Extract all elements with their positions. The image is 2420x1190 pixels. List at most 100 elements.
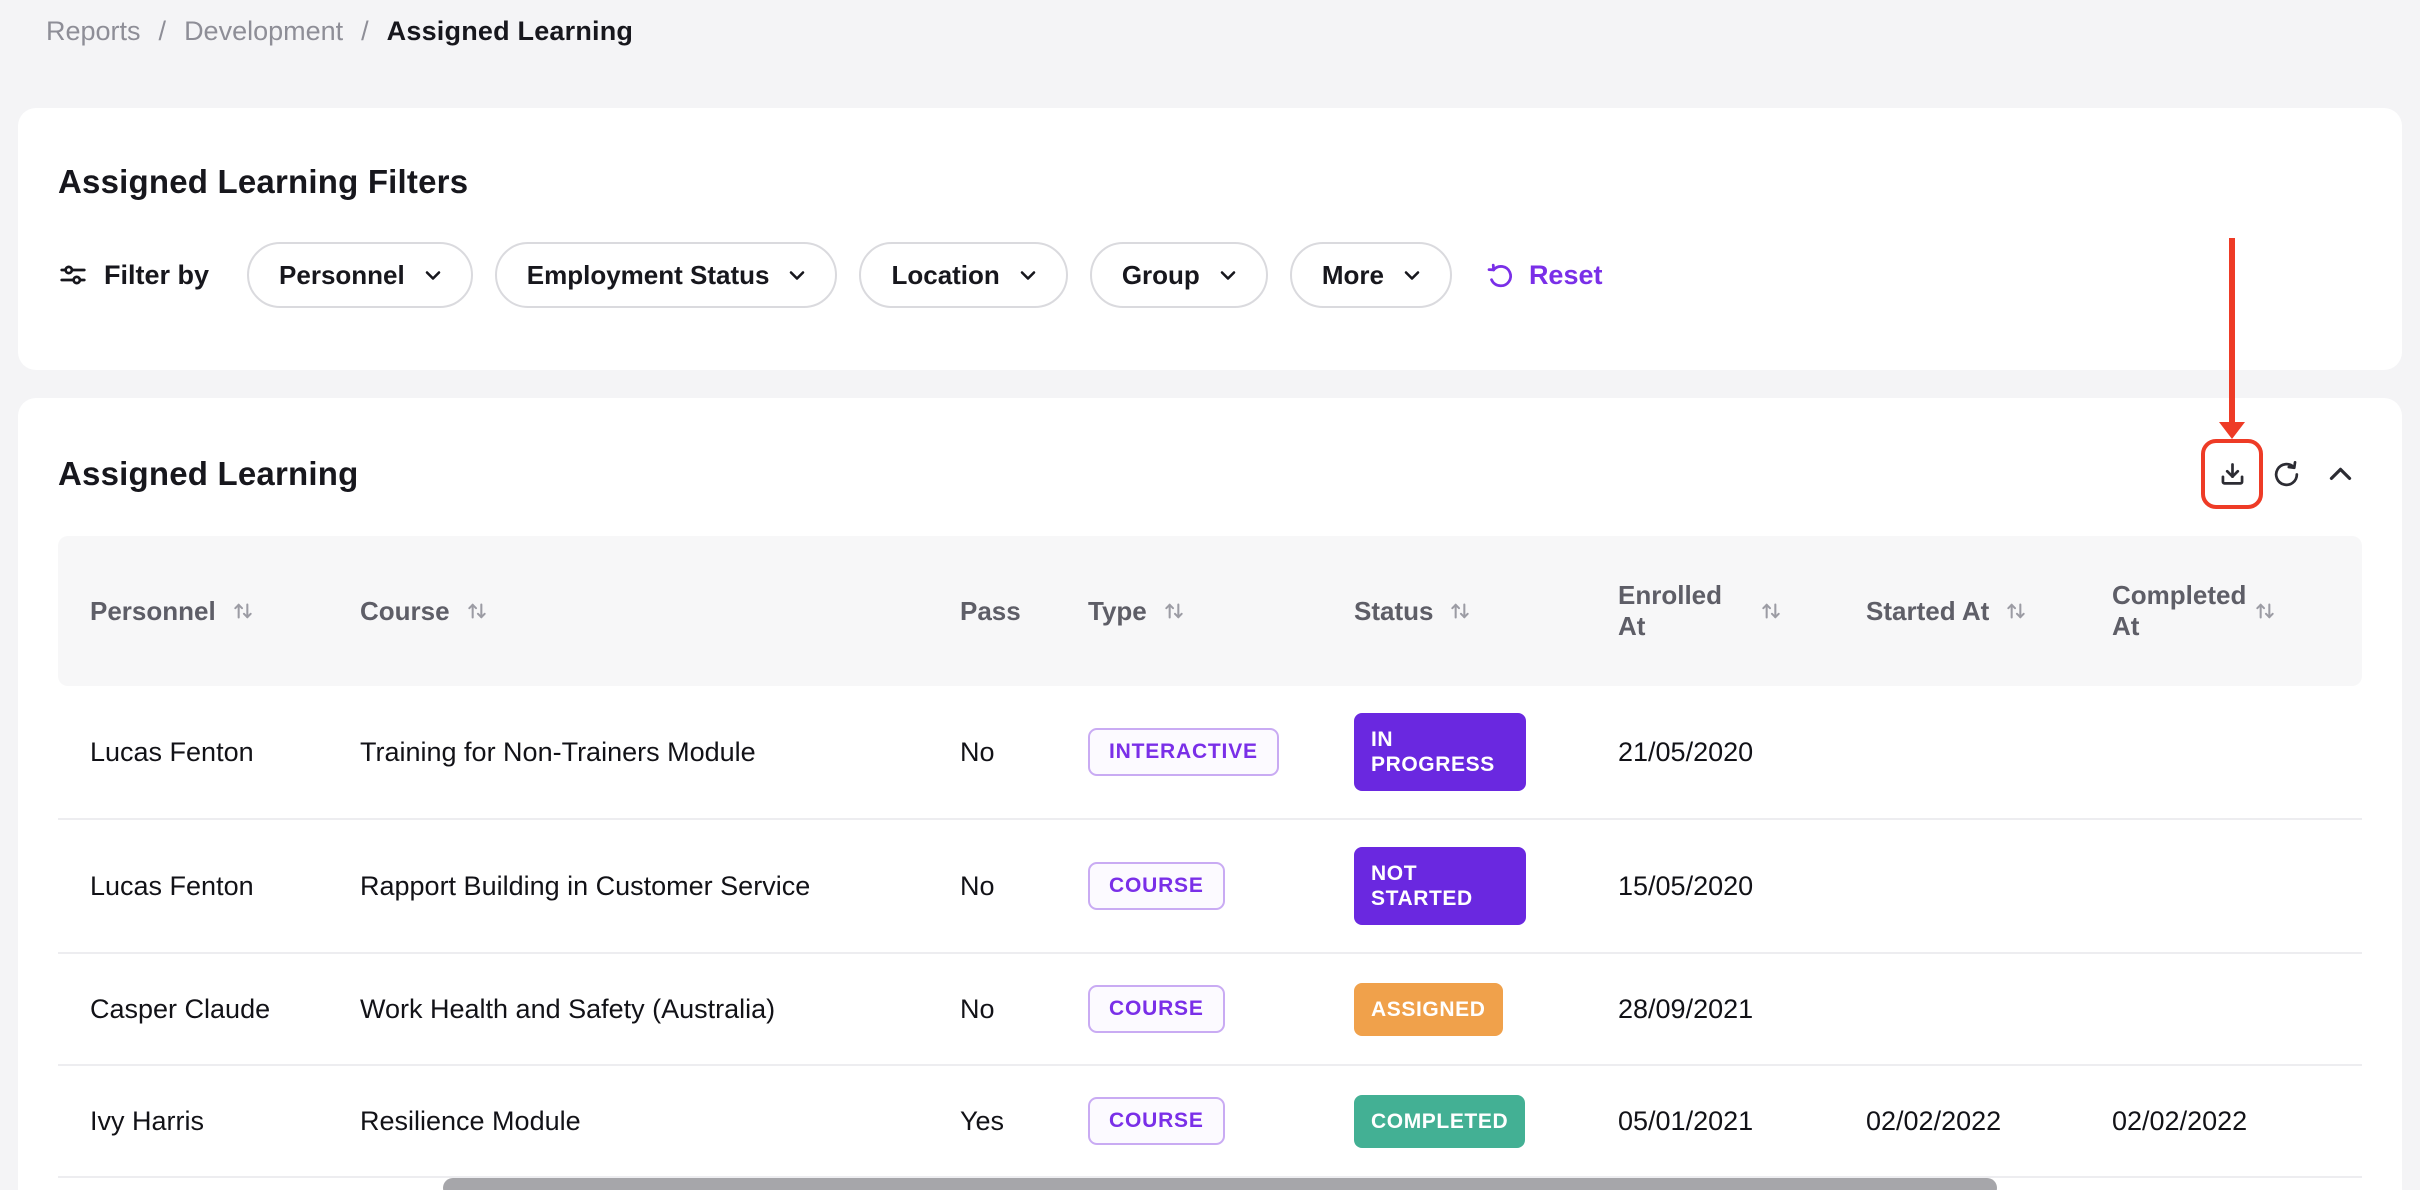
cell-type: COURSE	[1056, 985, 1322, 1033]
column-header-enrolled-at[interactable]: Enrolled At	[1586, 580, 1834, 642]
filter-dropdown-more[interactable]: More	[1290, 242, 1452, 308]
chevron-down-icon	[421, 263, 445, 287]
chevron-down-icon	[1016, 263, 1040, 287]
filter-dropdown-label: Group	[1122, 260, 1200, 291]
reset-label: Reset	[1529, 260, 1603, 291]
filter-row: Filter by Personnel Employment Status Lo…	[58, 242, 2362, 308]
download-tray-icon	[2217, 459, 2248, 490]
breadcrumb: Reports / Development / Assigned Learnin…	[46, 10, 633, 52]
filters-card-title: Assigned Learning Filters	[58, 160, 2362, 204]
sliders-icon	[58, 260, 88, 290]
collapse-button[interactable]	[2318, 450, 2362, 498]
chevron-up-icon	[2325, 459, 2356, 490]
column-label: Started At	[1866, 596, 1989, 627]
status-badge: NOT STARTED	[1354, 847, 1526, 925]
cell-course: Resilience Module	[328, 1106, 928, 1137]
breadcrumb-separator: /	[361, 10, 369, 52]
column-label: Status	[1354, 596, 1433, 627]
sort-arrows-icon[interactable]	[230, 598, 256, 624]
column-label: Type	[1088, 596, 1147, 627]
horizontal-scrollbar-thumb[interactable]	[443, 1178, 1997, 1190]
column-header-status[interactable]: Status	[1322, 596, 1586, 627]
sort-arrows-icon[interactable]	[464, 598, 490, 624]
cell-type: COURSE	[1056, 862, 1322, 910]
filter-dropdown-personnel[interactable]: Personnel	[247, 242, 473, 308]
cell-personnel: Lucas Fenton	[58, 871, 328, 902]
breadcrumb-item-current: Assigned Learning	[387, 10, 633, 52]
cell-type: COURSE	[1056, 1097, 1322, 1145]
column-header-personnel[interactable]: Personnel	[58, 596, 328, 627]
type-badge: COURSE	[1088, 1097, 1225, 1145]
cell-personnel: Ivy Harris	[58, 1106, 328, 1137]
filters-card: Assigned Learning Filters Filter by Pers…	[18, 108, 2402, 370]
table-row[interactable]: Ivy Harris Resilience Module Yes COURSE …	[58, 1066, 2362, 1178]
column-header-pass[interactable]: Pass	[928, 596, 1056, 627]
sort-arrows-icon[interactable]	[2003, 598, 2029, 624]
refresh-icon	[2271, 459, 2302, 490]
filter-by-text: Filter by	[104, 260, 209, 291]
status-badge: IN PROGRESS	[1354, 713, 1526, 791]
table-title: Assigned Learning	[58, 452, 358, 496]
cell-status: NOT STARTED	[1322, 847, 1586, 925]
cell-personnel: Casper Claude	[58, 994, 328, 1025]
filter-dropdown-group[interactable]: Group	[1090, 242, 1268, 308]
table-actions	[2210, 450, 2362, 498]
chevron-down-icon	[785, 263, 809, 287]
filter-dropdown-employment-status[interactable]: Employment Status	[495, 242, 838, 308]
filter-dropdown-label: Personnel	[279, 260, 405, 291]
cell-pass: No	[928, 871, 1056, 902]
cell-personnel: Lucas Fenton	[58, 737, 328, 768]
filter-by-label: Filter by	[58, 260, 209, 291]
reset-button[interactable]: Reset	[1486, 260, 1603, 291]
cell-enrolled-at: 05/01/2021	[1586, 1106, 1834, 1137]
cell-status: COMPLETED	[1322, 1095, 1586, 1148]
refresh-button[interactable]	[2264, 450, 2308, 498]
rotate-ccw-icon	[1486, 261, 1515, 290]
column-header-course[interactable]: Course	[328, 596, 928, 627]
cell-course: Training for Non-Trainers Module	[328, 737, 928, 768]
table-row[interactable]: Lucas Fenton Rapport Building in Custome…	[58, 820, 2362, 954]
table-header-row: Personnel Course Pass Type Status Enroll…	[58, 536, 2362, 686]
column-label: Pass	[960, 596, 1021, 627]
cell-course: Work Health and Safety (Australia)	[328, 994, 928, 1025]
cell-enrolled-at: 21/05/2020	[1586, 737, 1834, 768]
table-card-header: Assigned Learning	[18, 398, 2402, 536]
cell-course: Rapport Building in Customer Service	[328, 871, 928, 902]
table-row[interactable]: Lucas Fenton Training for Non-Trainers M…	[58, 686, 2362, 820]
column-header-completed-at[interactable]: Completed At	[2080, 580, 2362, 642]
type-badge: COURSE	[1088, 862, 1225, 910]
cell-started-at: 02/02/2022	[1834, 1106, 2080, 1137]
filter-pills: Personnel Employment Status Location Gro…	[247, 242, 1452, 308]
filter-dropdown-label: More	[1322, 260, 1384, 291]
sort-arrows-icon[interactable]	[2252, 598, 2278, 624]
cell-enrolled-at: 28/09/2021	[1586, 994, 1834, 1025]
sort-arrows-icon[interactable]	[1161, 598, 1187, 624]
filter-dropdown-label: Location	[891, 260, 999, 291]
page: Reports / Development / Assigned Learnin…	[0, 0, 2420, 1190]
status-badge: ASSIGNED	[1354, 983, 1503, 1036]
column-label: Completed At	[2112, 580, 2238, 642]
filter-dropdown-label: Employment Status	[527, 260, 770, 291]
table-row[interactable]: Casper Claude Work Health and Safety (Au…	[58, 954, 2362, 1066]
column-label: Personnel	[90, 596, 216, 627]
download-button[interactable]	[2210, 450, 2254, 498]
sort-arrows-icon[interactable]	[1447, 598, 1473, 624]
chevron-down-icon	[1216, 263, 1240, 287]
column-header-type[interactable]: Type	[1056, 596, 1322, 627]
column-label: Enrolled At	[1618, 580, 1744, 642]
table-body: Lucas Fenton Training for Non-Trainers M…	[58, 686, 2362, 1178]
column-label: Course	[360, 596, 450, 627]
cell-completed-at: 02/02/2022	[2080, 1106, 2362, 1137]
assigned-learning-table: Personnel Course Pass Type Status Enroll…	[58, 536, 2362, 1178]
breadcrumb-item-development[interactable]: Development	[184, 10, 343, 52]
table-card: Assigned Learning	[18, 398, 2402, 1190]
status-badge: COMPLETED	[1354, 1095, 1525, 1148]
sort-arrows-icon[interactable]	[1758, 598, 1784, 624]
cell-pass: No	[928, 737, 1056, 768]
breadcrumb-separator: /	[159, 10, 167, 52]
chevron-down-icon	[1400, 263, 1424, 287]
column-header-started-at[interactable]: Started At	[1834, 596, 2080, 627]
cell-type: INTERACTIVE	[1056, 728, 1322, 776]
filter-dropdown-location[interactable]: Location	[859, 242, 1067, 308]
breadcrumb-item-reports[interactable]: Reports	[46, 10, 141, 52]
